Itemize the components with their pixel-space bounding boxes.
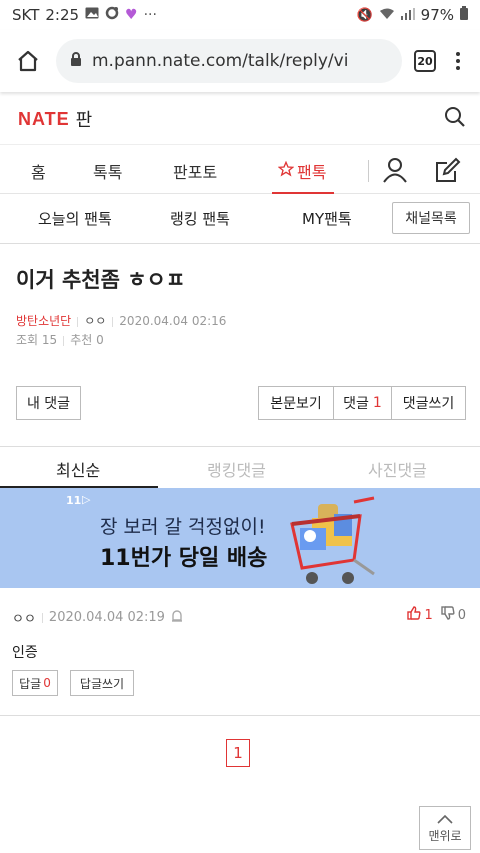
nav-toktok[interactable]: 톡톡 [93,159,122,183]
post-author[interactable]: 방탄소년단 [16,314,71,328]
search-icon[interactable] [444,106,466,132]
nav-panphoto[interactable]: 판포토 [173,159,217,183]
report-icon[interactable] [171,609,183,626]
comment-date: 2020.04.04 02:19 [48,610,165,625]
user-icon[interactable] [383,157,407,187]
page-1-button[interactable]: 1 [226,739,250,767]
carrier: SKT [12,6,40,24]
downvote-button[interactable]: 0 [441,606,466,624]
nav-home[interactable]: 홈 [31,159,46,183]
thumbs-down-icon [441,606,455,624]
comment-head: ㅇㅇ 2020.04.04 02:19 [12,608,183,627]
back-to-top-button[interactable]: 맨위로 [419,806,471,850]
ad-line1: 장 보러 갈 걱정없이! [100,516,266,538]
url-field[interactable]: m.pann.nate.com/talk/reply/vi [56,39,402,83]
nav-fantalk-label: 팬톡 [297,163,327,182]
views-label: 조회 [16,333,39,347]
more-notifications-icon: ··· [143,7,157,23]
my-comments-button[interactable]: 내 댓글 [16,386,81,420]
comment-item: ㅇㅇ 2020.04.04 02:19 1 0 인증 답글 0 답글쓰기 [0,588,480,716]
write-reply-button[interactable]: 답글쓰기 [70,670,134,696]
comment-body: 인증 [12,645,38,661]
star-icon [277,160,295,181]
site-header: NATE 판 [0,94,480,144]
subnav-my-fantalk[interactable]: MY팬톡 [302,208,352,229]
comment-nick: ㅇㅇ [12,612,36,627]
tab-latest[interactable]: 최신순 [56,457,100,481]
main-nav: 홈 톡톡 판포토 팬톡 [0,144,480,194]
wifi-icon [379,6,395,24]
upvote-count: 1 [424,607,433,623]
ad-brand: 11 [66,494,82,507]
browser-menu-icon[interactable] [448,52,468,70]
home-icon[interactable] [12,45,44,77]
back-to-top-label: 맨위로 [428,828,462,843]
reply-count: 0 [43,676,51,690]
browser-toolbar: m.pann.nate.com/talk/reply/vi 20 [0,30,480,92]
post-title: 이거 추천좀 ㅎㅇㅍ [16,268,186,292]
ad-brand-arrow-icon: ▷ [82,493,91,506]
tab-photo-comments[interactable]: 사진댓글 [368,457,427,481]
post-meta: 방탄소년단 ㅇㅇ 2020.04.04 02:16 조회 15 추천 0 [0,312,480,350]
subnav-today-fantalk[interactable]: 오늘의 팬톡 [38,208,112,229]
comment-tabs: 최신순 랭킹댓글 사진댓글 [0,446,480,488]
upvote-button[interactable]: 1 [407,606,433,624]
ad-banner[interactable]: 11 ▷ 장 보러 갈 걱정없이! 11번가 당일 배송 [0,488,480,588]
write-comment-button[interactable]: 댓글쓰기 [391,386,466,420]
gallery-icon [85,7,99,23]
nav-fantalk[interactable]: 팬톡 [277,159,327,183]
heart-icon: ♥ [125,7,138,23]
view-body-button[interactable]: 본문보기 [258,386,334,420]
url-text: m.pann.nate.com/talk/reply/vi [92,51,349,71]
post-date: 2020.04.04 02:16 [119,314,227,328]
nate-pann-logo[interactable]: NATE 판 [18,106,92,132]
shopping-cart-icon [282,494,402,588]
reply-count-button[interactable]: 답글 0 [12,670,58,696]
tab-switcher-button[interactable]: 20 [414,50,436,72]
cloud-icon [105,6,119,24]
battery-icon [460,6,468,24]
comments-count: 1 [372,395,382,411]
write-icon[interactable] [435,157,461,187]
status-bar: SKT 2:25 ♥ ··· 🔇 97% [0,0,480,30]
ad-line2: 11번가 당일 배송 [100,546,268,571]
sub-nav: 오늘의 팬톡 랭킹 팬톡 MY팬톡 채널목록 [0,194,480,244]
thumbs-up-icon [407,606,421,624]
comments-label: 댓글 [343,396,369,412]
mute-icon: 🔇 [356,7,373,23]
comment-votes: 1 0 [407,606,466,624]
clock: 2:25 [45,6,80,24]
comments-count-button[interactable]: 댓글 1 [333,386,392,420]
battery-level: 97% [420,6,454,24]
recommend-label: 추천 [70,333,93,347]
lock-icon [70,51,82,71]
post-actions: 내 댓글 본문보기 댓글 1 댓글쓰기 [0,386,480,420]
logo-nate: NATE [18,108,70,129]
logo-pan: 판 [75,110,93,131]
channel-list-button[interactable]: 채널목록 [392,202,470,234]
signal-icon [400,6,415,24]
nav-divider [368,160,369,182]
downvote-count: 0 [457,607,466,623]
post-nick: ㅇㅇ [84,314,107,328]
views-count: 15 [41,333,58,347]
reply-label: 답글 [19,676,42,691]
recommend-count: 0 [96,333,104,347]
subnav-ranking-fantalk[interactable]: 랭킹 팬톡 [170,208,230,229]
chevron-up-icon [437,813,453,827]
tab-ranking-comments[interactable]: 랭킹댓글 [207,457,266,481]
